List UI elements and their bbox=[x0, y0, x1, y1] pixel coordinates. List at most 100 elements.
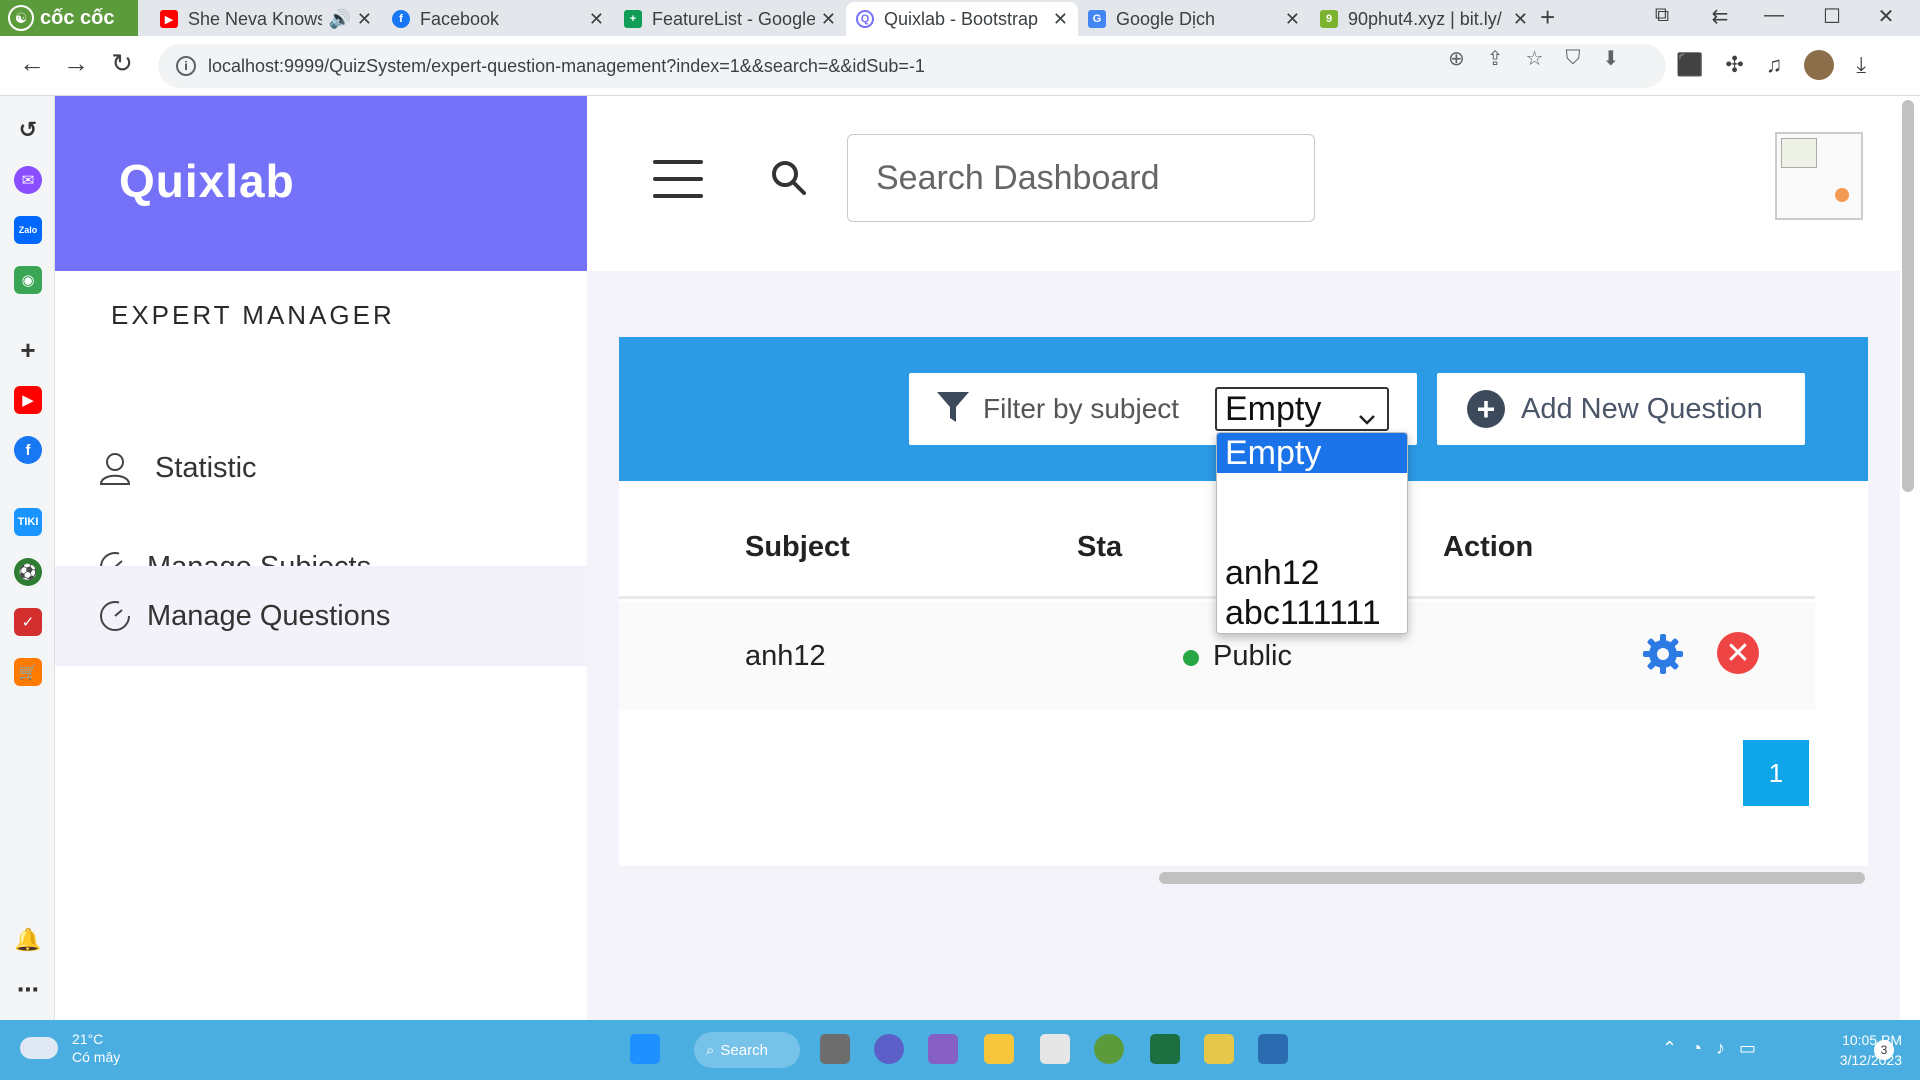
shield-icon[interactable]: ⛉ bbox=[1565, 47, 1580, 70]
sidebar-item-manage-questions[interactable]: Manage Questions bbox=[55, 566, 587, 666]
file-explorer-icon[interactable] bbox=[984, 1034, 1014, 1064]
status-dot bbox=[1183, 650, 1199, 666]
search-icon[interactable] bbox=[769, 158, 809, 203]
forward-icon[interactable]: → bbox=[58, 48, 94, 79]
horizontal-scrollbar[interactable] bbox=[1159, 872, 1865, 884]
youtube-sidebar-icon[interactable]: ▶ bbox=[14, 386, 42, 414]
task-view-icon[interactable] bbox=[820, 1034, 850, 1064]
tab-featurelist[interactable]: + FeatureList - Google ✕ bbox=[614, 2, 846, 36]
cart-icon[interactable]: 🛒 bbox=[14, 658, 42, 686]
teams-icon[interactable] bbox=[874, 1034, 904, 1064]
user-profile-image[interactable] bbox=[1775, 132, 1863, 220]
notepad-icon[interactable] bbox=[1258, 1034, 1288, 1064]
tab-quixlab[interactable]: Q Quixlab - Bootstrap ✕ bbox=[846, 2, 1078, 36]
browser-sidebar: ↺ ✉ Zalo ◉ + ▶ f TIKI ⚽ ✓ 🛒 🔔 ⋯ bbox=[0, 96, 55, 1020]
tab-close-icon[interactable]: ✕ bbox=[1053, 9, 1068, 30]
speaker-icon[interactable]: 🔊 bbox=[328, 9, 350, 30]
facebook-icon: f bbox=[392, 10, 410, 28]
more-icon[interactable]: ⋯ bbox=[14, 976, 42, 1004]
dropdown-option[interactable]: Empty bbox=[1217, 433, 1407, 473]
tab-search-icon[interactable]: ⧉ bbox=[1642, 4, 1682, 27]
sidebar-item-statistic[interactable]: Statistic bbox=[55, 418, 587, 518]
tab-close-icon[interactable]: ✕ bbox=[357, 9, 372, 30]
tab-close-icon[interactable]: ✕ bbox=[821, 9, 836, 30]
music-list-icon[interactable]: ♫ bbox=[1766, 52, 1783, 78]
visual-studio-icon[interactable] bbox=[928, 1034, 958, 1064]
tab-title: Quixlab - Bootstrap bbox=[884, 8, 1039, 29]
profile-avatar[interactable] bbox=[1804, 50, 1835, 80]
browser-brand[interactable]: ☯ cốc cốc bbox=[0, 0, 138, 36]
new-tab-icon[interactable]: + bbox=[1540, 2, 1555, 33]
taskbar-search[interactable]: ⌕ Search bbox=[694, 1032, 800, 1068]
zalo-icon[interactable]: Zalo bbox=[14, 216, 42, 244]
game-icon[interactable]: ◉ bbox=[14, 266, 42, 294]
top-nav bbox=[587, 96, 1900, 271]
subject-select[interactable]: Empty bbox=[1215, 387, 1389, 431]
add-icon[interactable]: + bbox=[14, 335, 42, 365]
window-close-icon[interactable]: ✕ bbox=[1866, 4, 1906, 29]
minimize-icon[interactable]: — bbox=[1754, 4, 1794, 27]
back-arrow-icon[interactable]: ⇇ bbox=[1700, 4, 1740, 29]
history-icon[interactable]: ↺ bbox=[14, 116, 42, 144]
chevron-up-icon[interactable]: ⌃ bbox=[1662, 1038, 1677, 1059]
volume-icon[interactable]: ♪ bbox=[1716, 1038, 1725, 1059]
add-new-question-button[interactable]: + Add New Question bbox=[1437, 373, 1805, 445]
tiki-icon[interactable]: TIKI bbox=[14, 508, 42, 536]
messenger-icon[interactable]: ✉ bbox=[14, 166, 42, 194]
cell-status: Public bbox=[1213, 640, 1292, 672]
tab-close-icon[interactable]: ✕ bbox=[589, 9, 604, 30]
share-icon[interactable]: ⇪ bbox=[1487, 46, 1504, 71]
vertical-scrollbar[interactable] bbox=[1902, 100, 1914, 492]
app-cube-icon[interactable] bbox=[1040, 1034, 1070, 1064]
game-controller-icon[interactable]: ⬛ bbox=[1676, 52, 1703, 78]
downloads-icon[interactable]: ⤓ bbox=[1856, 52, 1866, 78]
reload-icon[interactable]: ↻ bbox=[104, 48, 140, 79]
dropdown-option[interactable]: anh12 bbox=[1217, 553, 1407, 593]
online-status-dot bbox=[1835, 188, 1849, 202]
facebook-sidebar-icon[interactable]: f bbox=[14, 436, 42, 464]
dropdown-option[interactable] bbox=[1217, 473, 1407, 513]
hamburger-menu-icon[interactable] bbox=[653, 160, 703, 198]
weather-widget[interactable]: 21°C Có mây bbox=[20, 1030, 120, 1066]
app-logo[interactable]: Quixlab bbox=[119, 154, 295, 208]
coccoc-taskbar-icon[interactable] bbox=[1094, 1034, 1124, 1064]
tab-close-icon[interactable]: ✕ bbox=[1513, 9, 1528, 30]
speedometer-icon bbox=[97, 598, 133, 634]
download-page-icon[interactable]: ⬇ bbox=[1602, 46, 1619, 71]
system-tray: ⌃ ◔ ♪ ▭ bbox=[1662, 1038, 1756, 1059]
maximize-icon[interactable]: ☐ bbox=[1812, 4, 1852, 29]
excel-icon[interactable] bbox=[1150, 1034, 1180, 1064]
tab-90phut[interactable]: 9 90phut4.xyz | bit.ly/ ✕ bbox=[1310, 2, 1538, 36]
info-icon[interactable]: i bbox=[176, 56, 196, 76]
search-icon: ⌕ bbox=[706, 1041, 715, 1059]
zoom-icon[interactable]: ⊕ bbox=[1448, 46, 1465, 71]
notification-bell-icon[interactable]: 🔔 bbox=[14, 926, 42, 954]
browser-brand-label: cốc cốc bbox=[40, 6, 115, 29]
puzzle-icon[interactable]: ✣ bbox=[1725, 52, 1743, 78]
tab-facebook[interactable]: f Facebook ✕ bbox=[382, 2, 614, 36]
browser-tab-bar: ☯ cốc cốc ▶ She Neva Knows 🔊 ✕ f Faceboo… bbox=[0, 0, 1920, 36]
pagination-page-button[interactable]: 1 bbox=[1743, 740, 1809, 806]
url-field[interactable]: i localhost:9999/QuizSystem/expert-quest… bbox=[158, 44, 1666, 88]
wifi-icon[interactable]: ◔ bbox=[1691, 1038, 1702, 1059]
football-icon[interactable]: ⚽ bbox=[14, 558, 42, 586]
user-icon bbox=[97, 450, 133, 486]
back-icon[interactable]: ← bbox=[14, 48, 50, 79]
tab-close-icon[interactable]: ✕ bbox=[1285, 9, 1300, 30]
delete-icon[interactable]: ✕ bbox=[1717, 632, 1759, 674]
battery-icon[interactable]: ▭ bbox=[1739, 1038, 1756, 1059]
header-status: Sta bbox=[1077, 531, 1123, 563]
tool-icon[interactable] bbox=[1204, 1034, 1234, 1064]
windows-start-icon[interactable] bbox=[630, 1034, 660, 1064]
tab-she-neva-knows[interactable]: ▶ She Neva Knows 🔊 ✕ bbox=[150, 2, 382, 36]
sidebar-item-label: Statistic bbox=[155, 451, 257, 484]
star-icon[interactable]: ☆ bbox=[1526, 46, 1544, 71]
gear-icon[interactable] bbox=[1641, 632, 1685, 676]
checklist-icon[interactable]: ✓ bbox=[14, 608, 42, 636]
subject-dropdown-list: Empty anh12 abc111111 bbox=[1216, 432, 1408, 634]
url-actions: ⊕ ⇪ ☆ ⛉ ⬇ bbox=[1448, 36, 1619, 80]
tab-google-dich[interactable]: G Google Dịch ✕ bbox=[1078, 2, 1310, 36]
dropdown-option[interactable]: abc111111 bbox=[1217, 593, 1407, 633]
search-dashboard-input[interactable] bbox=[847, 134, 1315, 222]
notification-badge[interactable]: 3 bbox=[1874, 1040, 1894, 1060]
